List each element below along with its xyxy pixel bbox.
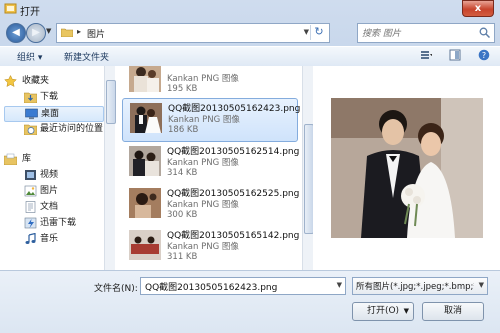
- filename-dropdown-arrow[interactable]: ▼: [337, 281, 342, 289]
- command-toolbar: 组织 ▾ 新建文件夹 ?: [0, 46, 500, 67]
- preview-image: [331, 98, 483, 238]
- search-input[interactable]: [360, 26, 474, 41]
- thunder-download-icon: [24, 217, 37, 229]
- nav-pictures[interactable]: 图片: [4, 184, 102, 198]
- window-title: 打开: [20, 7, 40, 18]
- toolbar-icons: ?: [406, 49, 490, 63]
- nav-scroll-thumb[interactable]: [106, 80, 116, 124]
- nav-thunder-label: 迅雷下载: [40, 218, 77, 228]
- file-list: Kankan PNG 图像 195 KB QQ截图20130505162423.…: [116, 66, 302, 270]
- file-item[interactable]: QQ截图20130505162525.png Kankan PNG 图像 300…: [122, 184, 299, 226]
- address-dropdown[interactable]: ▼: [304, 28, 309, 36]
- file-thumbnail: [129, 66, 161, 92]
- svg-text:?: ?: [482, 51, 486, 60]
- folder-icon: [61, 28, 73, 37]
- refresh-icon[interactable]: ↻: [310, 25, 327, 40]
- filename-label: 文件名(N):: [94, 284, 138, 294]
- preview-pane: [313, 66, 500, 270]
- filetype-dropdown-arrow[interactable]: ▼: [479, 281, 484, 289]
- file-size: 300 KB: [167, 210, 198, 220]
- breadcrumb-separator: ▸: [77, 27, 82, 36]
- nav-desktop[interactable]: 桌面: [4, 106, 104, 122]
- preview-pane-icon[interactable]: [449, 49, 461, 61]
- file-item-selected[interactable]: QQ截图20130505162423.png Kankan PNG 图像 186…: [122, 98, 300, 142]
- file-thumbnail: [129, 230, 161, 260]
- new-folder-button[interactable]: 新建文件夹: [64, 50, 109, 63]
- library-icon: [4, 153, 17, 165]
- filename-input[interactable]: [143, 279, 333, 294]
- nav-desktop-label: 桌面: [41, 109, 60, 119]
- nav-recent-places[interactable]: 最近访问的位置: [4, 122, 104, 136]
- music-icon: [25, 233, 36, 244]
- file-item[interactable]: Kankan PNG 图像 195 KB: [122, 66, 296, 100]
- nav-downloads[interactable]: 下载: [4, 90, 102, 104]
- file-thumbnail: [129, 188, 161, 218]
- file-type: Kankan PNG 图像: [168, 115, 240, 125]
- file-type: Kankan PNG 图像: [167, 74, 239, 84]
- file-size: 195 KB: [167, 84, 198, 94]
- file-item[interactable]: QQ截图20130505162514.png Kankan PNG 图像 314…: [122, 142, 299, 184]
- desktop-icon: [25, 108, 38, 120]
- address-bar[interactable]: ▸ 图片 ▼ ↻: [56, 23, 330, 43]
- open-button-label: 打开(O): [366, 306, 400, 316]
- open-button[interactable]: 打开(O) ▼: [352, 302, 414, 321]
- file-size: 186 KB: [168, 125, 199, 135]
- file-thumbnail: [129, 146, 161, 176]
- nav-videos[interactable]: 视频: [4, 168, 102, 182]
- file-size: 314 KB: [167, 168, 198, 178]
- open-dropdown-arrow[interactable]: ▼: [404, 303, 409, 320]
- nav-music[interactable]: 音乐: [4, 232, 102, 246]
- file-size: 311 KB: [167, 252, 198, 262]
- pictures-icon: [24, 185, 37, 197]
- nav-favorites[interactable]: 收藏夹: [4, 74, 102, 88]
- nav-scrollbar[interactable]: [104, 66, 116, 270]
- close-button[interactable]: x: [462, 0, 494, 17]
- file-thumbnail: [130, 103, 162, 133]
- file-type: Kankan PNG 图像: [167, 242, 239, 252]
- organize-menu[interactable]: 组织 ▾: [17, 50, 42, 63]
- forward-button[interactable]: ▶: [26, 23, 46, 43]
- filename-combobox[interactable]: ▼: [140, 277, 346, 295]
- filetype-value: 所有图片(*.jpg;*.jpeg;*.bmp;*.: [356, 282, 474, 292]
- videos-icon: [25, 170, 36, 180]
- nav-documents-label: 文档: [40, 202, 59, 212]
- star-icon: [4, 75, 17, 87]
- downloads-icon: [24, 92, 37, 103]
- app-icon: [4, 3, 17, 14]
- bottom-panel: 文件名(N): ▼ 所有图片(*.jpg;*.jpeg;*.bmp;*. ▼ 打…: [0, 270, 500, 333]
- nav-libraries[interactable]: 库: [4, 152, 102, 166]
- title-bar: 打开 x: [0, 0, 500, 18]
- file-list-scrollbar[interactable]: [302, 66, 314, 270]
- back-button[interactable]: ◀: [6, 23, 26, 43]
- nav-downloads-label: 下载: [40, 92, 59, 102]
- content-area: 收藏夹 下载 桌面 最近访问的位置 库 视频 图片 文档 迅雷下载 音乐 Kan…: [0, 66, 500, 270]
- view-options-icon[interactable]: [420, 49, 433, 61]
- recent-pages-dropdown[interactable]: ▼: [46, 27, 51, 35]
- nav-pictures-label: 图片: [40, 186, 59, 196]
- recent-places-icon: [24, 124, 37, 135]
- nav-documents[interactable]: 文档: [4, 200, 102, 214]
- file-type: Kankan PNG 图像: [167, 158, 239, 168]
- cancel-button[interactable]: 取消: [422, 302, 484, 321]
- nav-recent-label: 最近访问的位置: [40, 124, 104, 134]
- address-row: ◀ ▶ ▼ ▸ 图片 ▼ ↻: [0, 19, 500, 45]
- navigation-pane: 收藏夹 下载 桌面 最近访问的位置 库 视频 图片 文档 迅雷下载 音乐: [0, 66, 104, 270]
- file-item[interactable]: QQ截图20130505165142.png Kankan PNG 图像 311…: [122, 226, 299, 268]
- nav-libraries-label: 库: [22, 154, 32, 164]
- documents-icon: [25, 201, 36, 213]
- open-dialog: 打开 x ◀ ▶ ▼ ▸ 图片 ▼ ↻ 组织 ▾ 新建文件夹: [0, 0, 500, 333]
- file-type: Kankan PNG 图像: [167, 200, 239, 210]
- nav-videos-label: 视频: [40, 170, 59, 180]
- filetype-select[interactable]: 所有图片(*.jpg;*.jpeg;*.bmp;*. ▼: [352, 277, 488, 295]
- nav-thunder-downloads[interactable]: 迅雷下载: [4, 216, 102, 230]
- search-icon: [479, 27, 490, 38]
- help-icon[interactable]: ?: [478, 49, 490, 61]
- search-box[interactable]: [357, 23, 495, 43]
- nav-favorites-label: 收藏夹: [22, 76, 50, 86]
- nav-music-label: 音乐: [40, 234, 59, 244]
- breadcrumb-pictures[interactable]: 图片: [87, 27, 105, 40]
